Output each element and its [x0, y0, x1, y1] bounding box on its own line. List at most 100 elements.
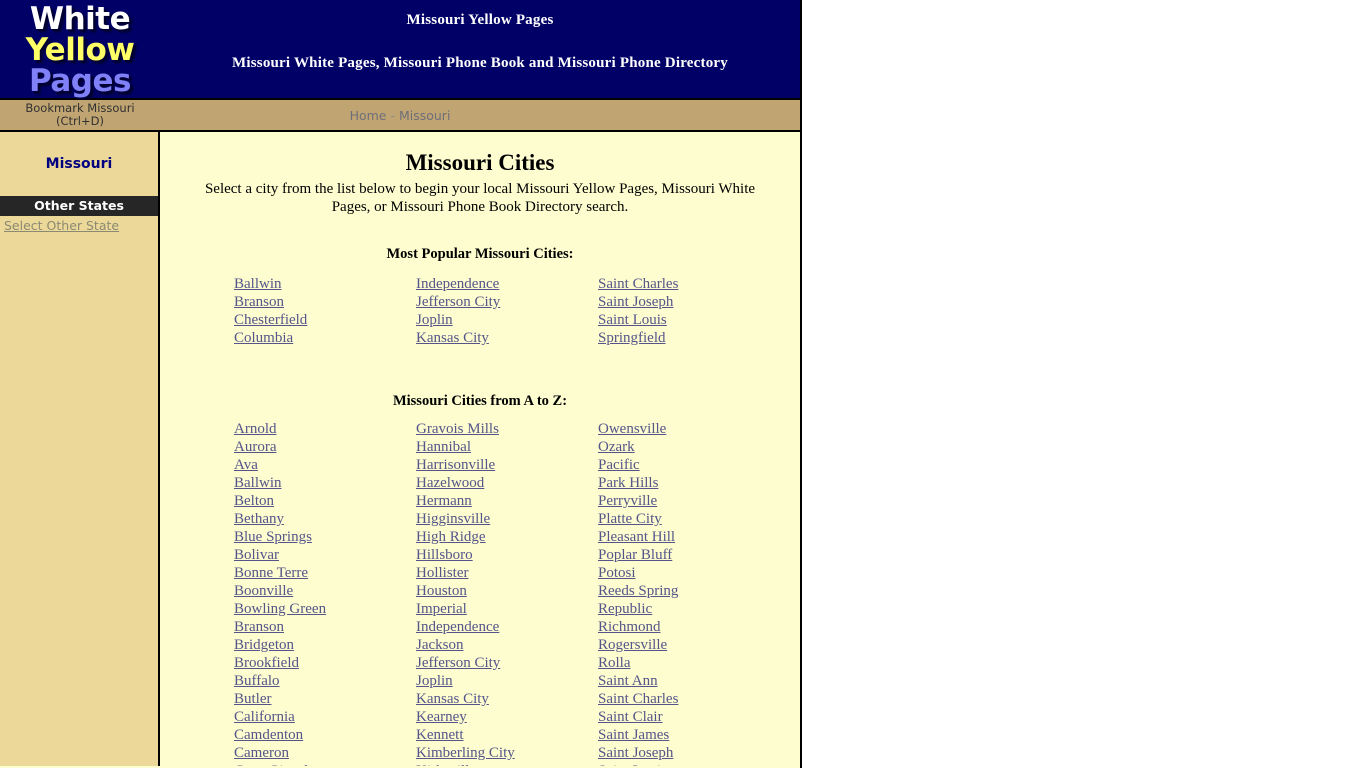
site-logo[interactable]: White Yellow Pages — [0, 0, 160, 98]
header-text-block: Missouri Yellow Pages Missouri White Pag… — [160, 0, 800, 98]
popular-city-link[interactable]: Branson — [234, 293, 416, 311]
az-city-link[interactable]: Saint Louis — [598, 762, 780, 766]
breadcrumb: Home - Missouri — [160, 108, 800, 123]
page-title: Missouri Cities — [405, 150, 555, 175]
sidebar-select-other-state-link[interactable]: Select Other State — [0, 216, 158, 233]
az-city-link[interactable]: Hillsboro — [416, 546, 598, 564]
az-city-link[interactable]: Saint Clair — [598, 708, 780, 726]
az-city-link[interactable]: Aurora — [234, 438, 416, 456]
az-city-link[interactable]: Arnold — [234, 420, 416, 438]
az-city-link[interactable]: Independence — [416, 618, 598, 636]
az-city-link[interactable]: Rogersville — [598, 636, 780, 654]
az-city-link[interactable]: California — [234, 708, 416, 726]
az-city-link[interactable]: Butler — [234, 690, 416, 708]
az-city-link[interactable]: Pacific — [598, 456, 780, 474]
intro-text: Select a city from the list below to beg… — [204, 181, 756, 215]
sidebar-other-states-header: Other States — [0, 196, 158, 216]
az-city-link[interactable]: Kirksville — [416, 762, 598, 766]
az-city-link[interactable]: Brookfield — [234, 654, 416, 672]
az-city-link[interactable]: Rolla — [598, 654, 780, 672]
az-cities-columns: Arnold Aurora Ava Ballwin Belton Bethany Blue … — [172, 420, 788, 766]
az-city-link[interactable]: Hermann — [416, 492, 598, 510]
az-city-link[interactable]: Boonville — [234, 582, 416, 600]
popular-city-link[interactable]: Columbia — [234, 329, 416, 347]
popular-cities-columns: Ballwin Branson Chesterfield Columbia Indepe… — [172, 275, 788, 347]
bookmark-hint[interactable]: Bookmark Missouri (Ctrl+D) — [0, 100, 160, 129]
navigation-bar: Bookmark Missouri (Ctrl+D) Home - Missou… — [0, 100, 800, 132]
site-header: White Yellow Pages Missouri Yellow Pages… — [0, 0, 800, 100]
bookmark-hint-line1: Bookmark Missouri — [25, 100, 135, 115]
az-city-link[interactable]: Camdenton — [234, 726, 416, 744]
az-city-link[interactable]: Richmond — [598, 618, 780, 636]
az-city-link[interactable]: Jackson — [416, 636, 598, 654]
az-city-link[interactable]: High Ridge — [416, 528, 598, 546]
breadcrumb-separator: - — [386, 107, 399, 123]
body-row: Missouri Other States Select Other State… — [0, 132, 800, 766]
logo-line-white: White — [29, 1, 131, 37]
az-city-link[interactable]: Reeds Spring — [598, 582, 780, 600]
az-city-link[interactable]: Saint Charles — [598, 690, 780, 708]
az-city-link[interactable]: Potosi — [598, 564, 780, 582]
az-city-link[interactable]: Kearney — [416, 708, 598, 726]
az-city-link[interactable]: Hollister — [416, 564, 598, 582]
az-city-link[interactable]: Kennett — [416, 726, 598, 744]
az-city-link[interactable]: Kimberling City — [416, 744, 598, 762]
az-city-link[interactable]: Jefferson City — [416, 654, 598, 672]
popular-city-link[interactable]: Jefferson City — [416, 293, 598, 311]
az-city-link[interactable]: Cameron — [234, 744, 416, 762]
main-content: Missouri Cities Select a city from the l… — [160, 132, 800, 766]
popular-cities-heading: Most Popular Missouri Cities: — [386, 246, 574, 262]
az-city-link[interactable]: Belton — [234, 492, 416, 510]
az-city-link[interactable]: Imperial — [416, 600, 598, 618]
header-title: Missouri Yellow Pages — [406, 12, 554, 28]
popular-city-link[interactable]: Springfield — [598, 329, 780, 347]
az-city-link[interactable]: Saint Ann — [598, 672, 780, 690]
az-city-link[interactable]: Republic — [598, 600, 780, 618]
az-city-link[interactable]: Hazelwood — [416, 474, 598, 492]
az-city-column: Owensville Ozark Pacific Park Hills Perryvil… — [598, 420, 780, 766]
popular-city-link[interactable]: Saint Charles — [598, 275, 780, 293]
az-city-link[interactable]: Ozark — [598, 438, 780, 456]
az-city-link[interactable]: Bolivar — [234, 546, 416, 564]
az-city-column: Arnold Aurora Ava Ballwin Belton Bethany Blue … — [234, 420, 416, 766]
breadcrumb-home-link[interactable]: Home — [350, 108, 387, 123]
az-city-link[interactable]: Cape Girardeau — [234, 762, 416, 766]
az-city-link[interactable]: Buffalo — [234, 672, 416, 690]
az-city-link[interactable]: Branson — [234, 618, 416, 636]
popular-city-link[interactable]: Independence — [416, 275, 598, 293]
az-city-link[interactable]: Kansas City — [416, 690, 598, 708]
az-city-link[interactable]: Higginsville — [416, 510, 598, 528]
popular-city-link[interactable]: Kansas City — [416, 329, 598, 347]
az-city-link[interactable]: Owensville — [598, 420, 780, 438]
az-city-link[interactable]: Ava — [234, 456, 416, 474]
az-city-link[interactable]: Ballwin — [234, 474, 416, 492]
az-city-link[interactable]: Joplin — [416, 672, 598, 690]
popular-city-link[interactable]: Ballwin — [234, 275, 416, 293]
az-city-link[interactable]: Harrisonville — [416, 456, 598, 474]
popular-city-link[interactable]: Saint Louis — [598, 311, 780, 329]
popular-city-column: Saint Charles Saint Joseph Saint Louis Spri… — [598, 275, 780, 347]
az-city-link[interactable]: Bridgeton — [234, 636, 416, 654]
sidebar: Missouri Other States Select Other State — [0, 132, 160, 766]
az-city-link[interactable]: Platte City — [598, 510, 780, 528]
az-city-link[interactable]: Bethany — [234, 510, 416, 528]
az-city-link[interactable]: Perryville — [598, 492, 780, 510]
az-city-column: Gravois Mills Hannibal Harrisonville Hazelw… — [416, 420, 598, 766]
az-city-link[interactable]: Hannibal — [416, 438, 598, 456]
az-city-link[interactable]: Saint Joseph — [598, 744, 780, 762]
logo-line-pages: Pages — [29, 63, 131, 99]
az-city-link[interactable]: Park Hills — [598, 474, 780, 492]
popular-city-link[interactable]: Chesterfield — [234, 311, 416, 329]
popular-city-link[interactable]: Saint Joseph — [598, 293, 780, 311]
az-city-link[interactable]: Poplar Bluff — [598, 546, 780, 564]
az-city-link[interactable]: Bonne Terre — [234, 564, 416, 582]
az-city-link[interactable]: Gravois Mills — [416, 420, 598, 438]
az-city-link[interactable]: Bowling Green — [234, 600, 416, 618]
az-city-link[interactable]: Saint James — [598, 726, 780, 744]
sidebar-current-state: Missouri — [45, 156, 113, 172]
az-city-link[interactable]: Pleasant Hill — [598, 528, 780, 546]
popular-city-link[interactable]: Joplin — [416, 311, 598, 329]
az-city-link[interactable]: Blue Springs — [234, 528, 416, 546]
az-city-link[interactable]: Houston — [416, 582, 598, 600]
az-cities-heading: Missouri Cities from A to Z: — [392, 393, 568, 409]
